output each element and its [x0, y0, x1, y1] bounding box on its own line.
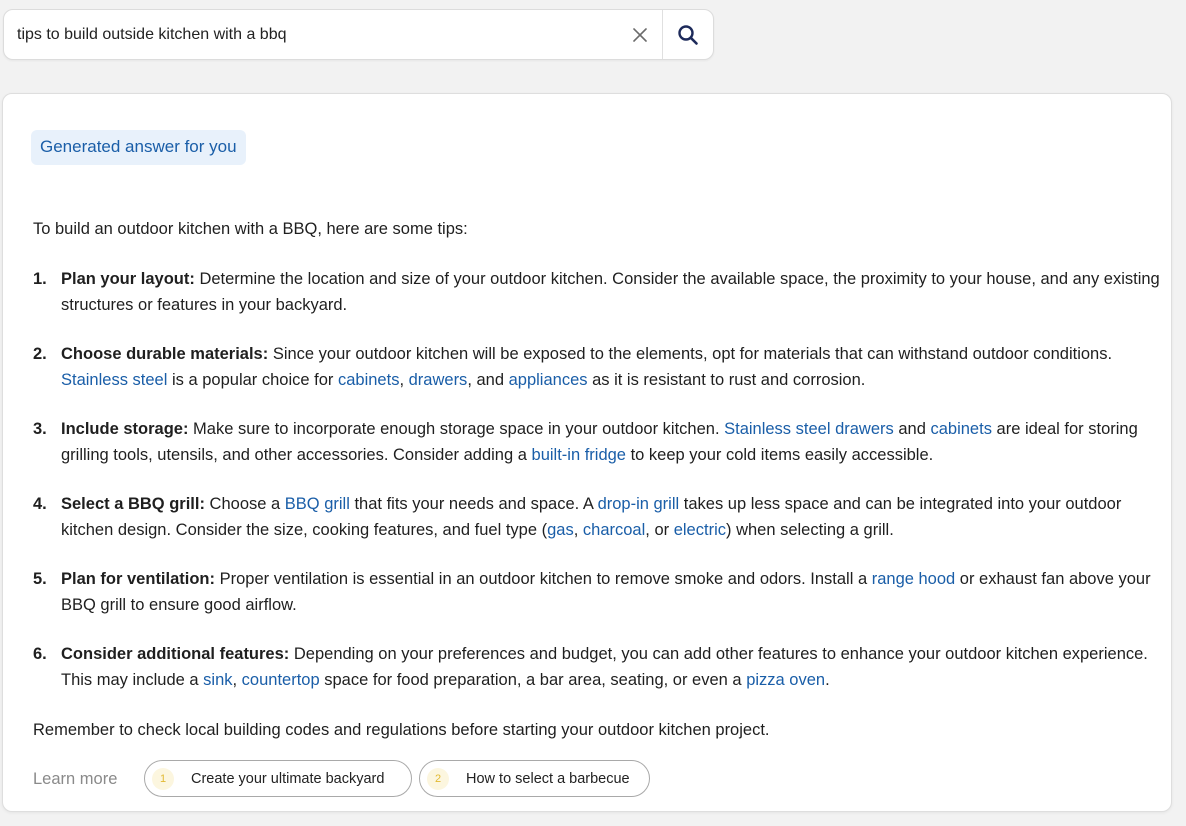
search-input[interactable] [4, 10, 618, 59]
tip-text: as it is resistant to rust and corrosion… [587, 370, 866, 389]
topic-link[interactable]: drop-in grill [598, 495, 680, 513]
topic-link[interactable]: Stainless steel [61, 371, 167, 389]
tip-body: Plan for ventilation: Proper ventilation… [61, 567, 1168, 618]
tip-title: Include storage: [61, 420, 189, 438]
topic-link[interactable]: charcoal [583, 521, 645, 539]
topic-link[interactable]: appliances [509, 371, 588, 389]
topic-link[interactable]: sink [203, 671, 232, 689]
learn-more-link-1[interactable]: 1 Create your ultimate backyard [144, 760, 412, 797]
tip-text: Choose a [204, 495, 285, 513]
tip-text: Determine the location and size of your … [61, 270, 1160, 314]
topic-link[interactable]: built-in fridge [532, 446, 626, 464]
search-icon [678, 24, 698, 45]
citation-number: 2 [427, 767, 449, 790]
citation-number: 1 [152, 767, 174, 790]
tip-title: Consider additional features: [61, 645, 290, 663]
topic-link[interactable]: countertop [242, 671, 320, 689]
topic-link[interactable]: range hood [872, 570, 956, 588]
tip-text: . [825, 670, 830, 689]
tip-number: 1. [33, 270, 47, 288]
tip-item: 5. Plan for ventilation: Proper ventilati… [33, 567, 1168, 618]
tip-title: Choose durable materials: [61, 345, 269, 363]
tips-list: 1. Plan your layout: Determine the locati… [33, 267, 1168, 717]
tip-text: space for food preparation, a bar area, … [319, 670, 747, 689]
topic-link[interactable]: electric [674, 521, 726, 539]
topic-link[interactable]: gas [547, 521, 574, 539]
tip-title: Plan for ventilation: [61, 570, 216, 588]
learn-more-link-label: Create your ultimate backyard [191, 770, 385, 787]
topic-link[interactable]: Stainless steel drawers [724, 420, 894, 438]
tip-text: to keep your cold items easily accessibl… [625, 445, 934, 464]
tip-item: 6. Consider additional features: Dependin… [33, 642, 1168, 693]
answer-closing: Remember to check local building codes a… [33, 721, 770, 739]
tip-text: , or [645, 520, 674, 539]
learn-more-link-2[interactable]: 2 How to select a barbecue [419, 760, 650, 797]
tip-text: Make sure to incorporate enough storage … [188, 420, 725, 438]
search-button[interactable] [663, 10, 713, 59]
tip-text: , and [467, 370, 509, 389]
tip-text: Since your outdoor kitchen will be expos… [268, 345, 1113, 363]
tip-item: 4. Select a BBQ grill: Choose a BBQ grill… [33, 492, 1168, 543]
topic-link[interactable]: cabinets [930, 420, 991, 438]
tip-text: Proper ventilation is essential in an ou… [215, 570, 872, 588]
tip-item: 1. Plan your layout: Determine the locati… [33, 267, 1168, 318]
tip-number: 4. [33, 495, 47, 513]
tip-number: 5. [33, 570, 47, 588]
tip-body: Include storage: Make sure to incorporat… [61, 417, 1168, 468]
tip-text: , [573, 520, 583, 539]
answer-intro: To build an outdoor kitchen with a BBQ, … [33, 220, 468, 238]
tip-text: is a popular choice for [167, 370, 338, 389]
learn-more-link-label: How to select a barbecue [466, 770, 630, 787]
tip-title: Plan your layout: [61, 270, 195, 288]
tip-number: 3. [33, 420, 47, 438]
clear-search-button[interactable] [618, 10, 662, 59]
tip-text: , [399, 370, 409, 389]
topic-link[interactable]: drawers [409, 371, 468, 389]
learn-more-label: Learn more [33, 770, 118, 788]
tip-body: Consider additional features: Depending … [61, 642, 1168, 693]
tip-text: and [893, 420, 931, 438]
tip-text: that fits your needs and space. A [349, 495, 598, 513]
tip-item: 2. Choose durable materials: Since your o… [33, 342, 1168, 393]
tip-body: Select a BBQ grill: Choose a BBQ grill t… [61, 492, 1168, 543]
tip-body: Plan your layout: Determine the location… [61, 267, 1168, 318]
tip-number: 6. [33, 645, 47, 663]
answer-card: Generated answer for you To build an out… [2, 93, 1172, 812]
topic-link[interactable]: BBQ grill [285, 495, 350, 513]
tip-text: ) when selecting a grill. [725, 520, 894, 539]
search-bar [3, 9, 714, 60]
topic-link[interactable]: cabinets [338, 371, 399, 389]
tip-text: , [232, 670, 242, 689]
tip-title: Select a BBQ grill: [61, 495, 205, 513]
tip-item: 3. Include storage: Make sure to incorpor… [33, 417, 1168, 468]
tip-number: 2. [33, 345, 47, 363]
generated-answer-badge: Generated answer for you [31, 130, 246, 165]
tip-body: Choose durable materials: Since your out… [61, 342, 1168, 393]
topic-link[interactable]: pizza oven [746, 671, 825, 689]
close-icon [633, 27, 647, 42]
